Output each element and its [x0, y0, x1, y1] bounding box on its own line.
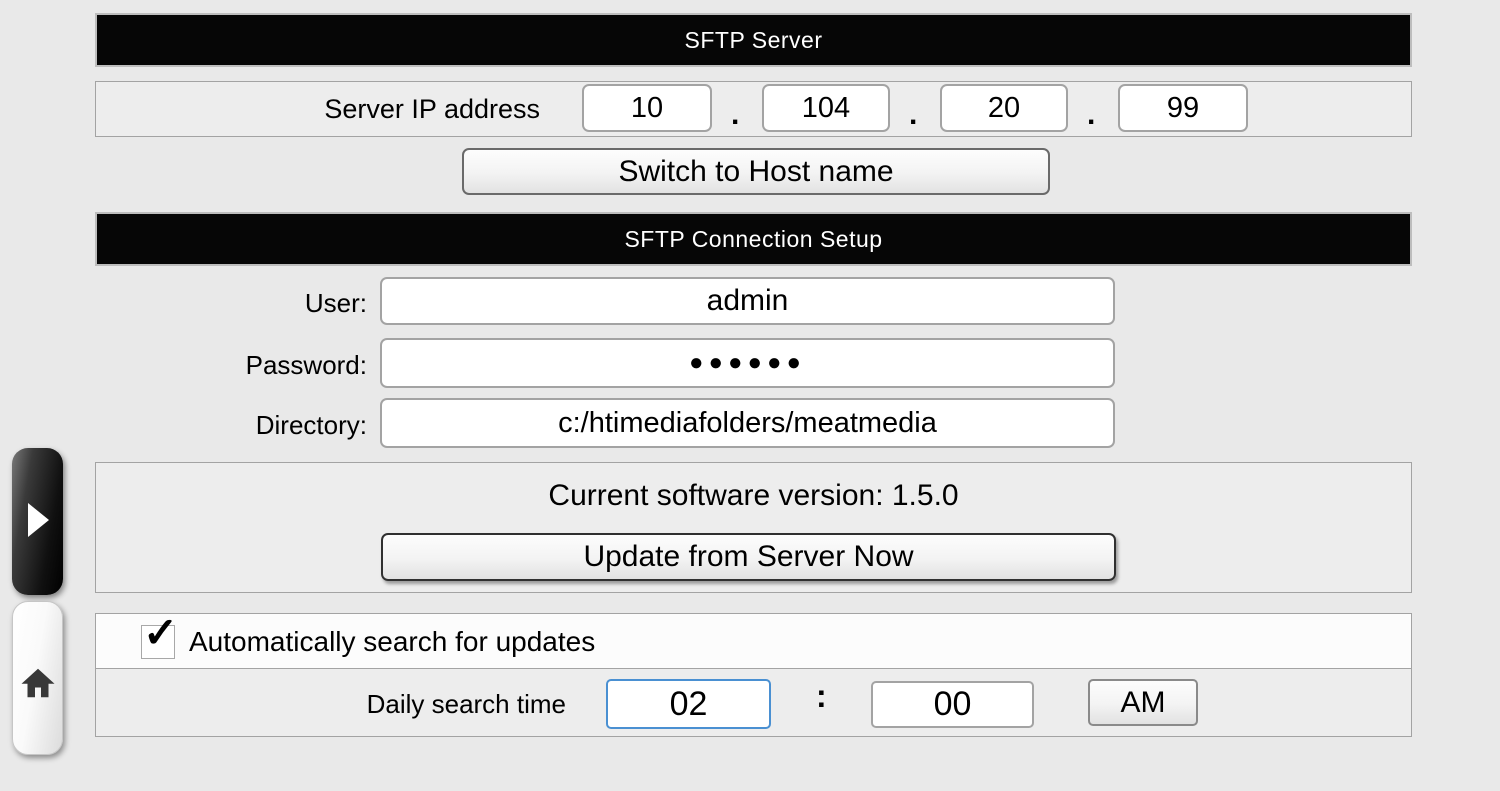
home-tab[interactable] [12, 601, 63, 755]
search-minute-input[interactable] [871, 681, 1034, 728]
right-arrow-icon [28, 503, 49, 537]
ip-dot-separator: . [731, 98, 739, 132]
ip-octet-4-input[interactable] [1118, 84, 1248, 132]
server-ip-label: Server IP address [95, 94, 540, 125]
password-label: Password: [95, 350, 367, 381]
daily-search-time-row: Daily search time : AM [96, 670, 1411, 738]
sftp-connection-setup-title: SFTP Connection Setup [624, 226, 882, 253]
password-input[interactable] [380, 338, 1115, 388]
auto-update-panel: ✓ Automatically search for updates Daily… [95, 613, 1412, 737]
user-input[interactable] [380, 277, 1115, 325]
ip-octet-1-input[interactable] [582, 84, 712, 132]
sftp-connection-setup-header: SFTP Connection Setup [95, 212, 1412, 266]
ip-octet-3-input[interactable] [940, 84, 1068, 132]
sftp-server-title: SFTP Server [685, 27, 823, 54]
switch-to-hostname-button[interactable]: Switch to Host name [462, 148, 1050, 195]
user-label: User: [95, 288, 367, 319]
ip-dot-separator: . [1087, 98, 1095, 132]
sftp-server-header: SFTP Server [95, 13, 1412, 67]
checkmark-icon: ✓ [143, 612, 178, 654]
update-from-server-button[interactable]: Update from Server Now [381, 533, 1116, 581]
ip-octet-2-input[interactable] [762, 84, 890, 132]
meridiem-toggle-button[interactable]: AM [1088, 679, 1198, 726]
directory-label: Directory: [95, 410, 367, 441]
software-version-text: Current software version: 1.5.0 [96, 479, 1411, 513]
auto-update-checkbox[interactable]: ✓ [141, 625, 175, 659]
home-icon [20, 667, 56, 699]
auto-update-checkbox-row: ✓ Automatically search for updates [96, 614, 1411, 669]
time-separator: : [816, 678, 827, 715]
software-update-panel: Current software version: 1.5.0 Update f… [95, 462, 1412, 593]
directory-input[interactable] [380, 398, 1115, 448]
ip-dot-separator: . [909, 98, 917, 132]
daily-search-time-label: Daily search time [226, 689, 566, 720]
auto-update-checkbox-label: Automatically search for updates [189, 626, 595, 658]
search-hour-input[interactable] [606, 679, 771, 729]
expand-drawer-tab[interactable] [12, 448, 63, 595]
